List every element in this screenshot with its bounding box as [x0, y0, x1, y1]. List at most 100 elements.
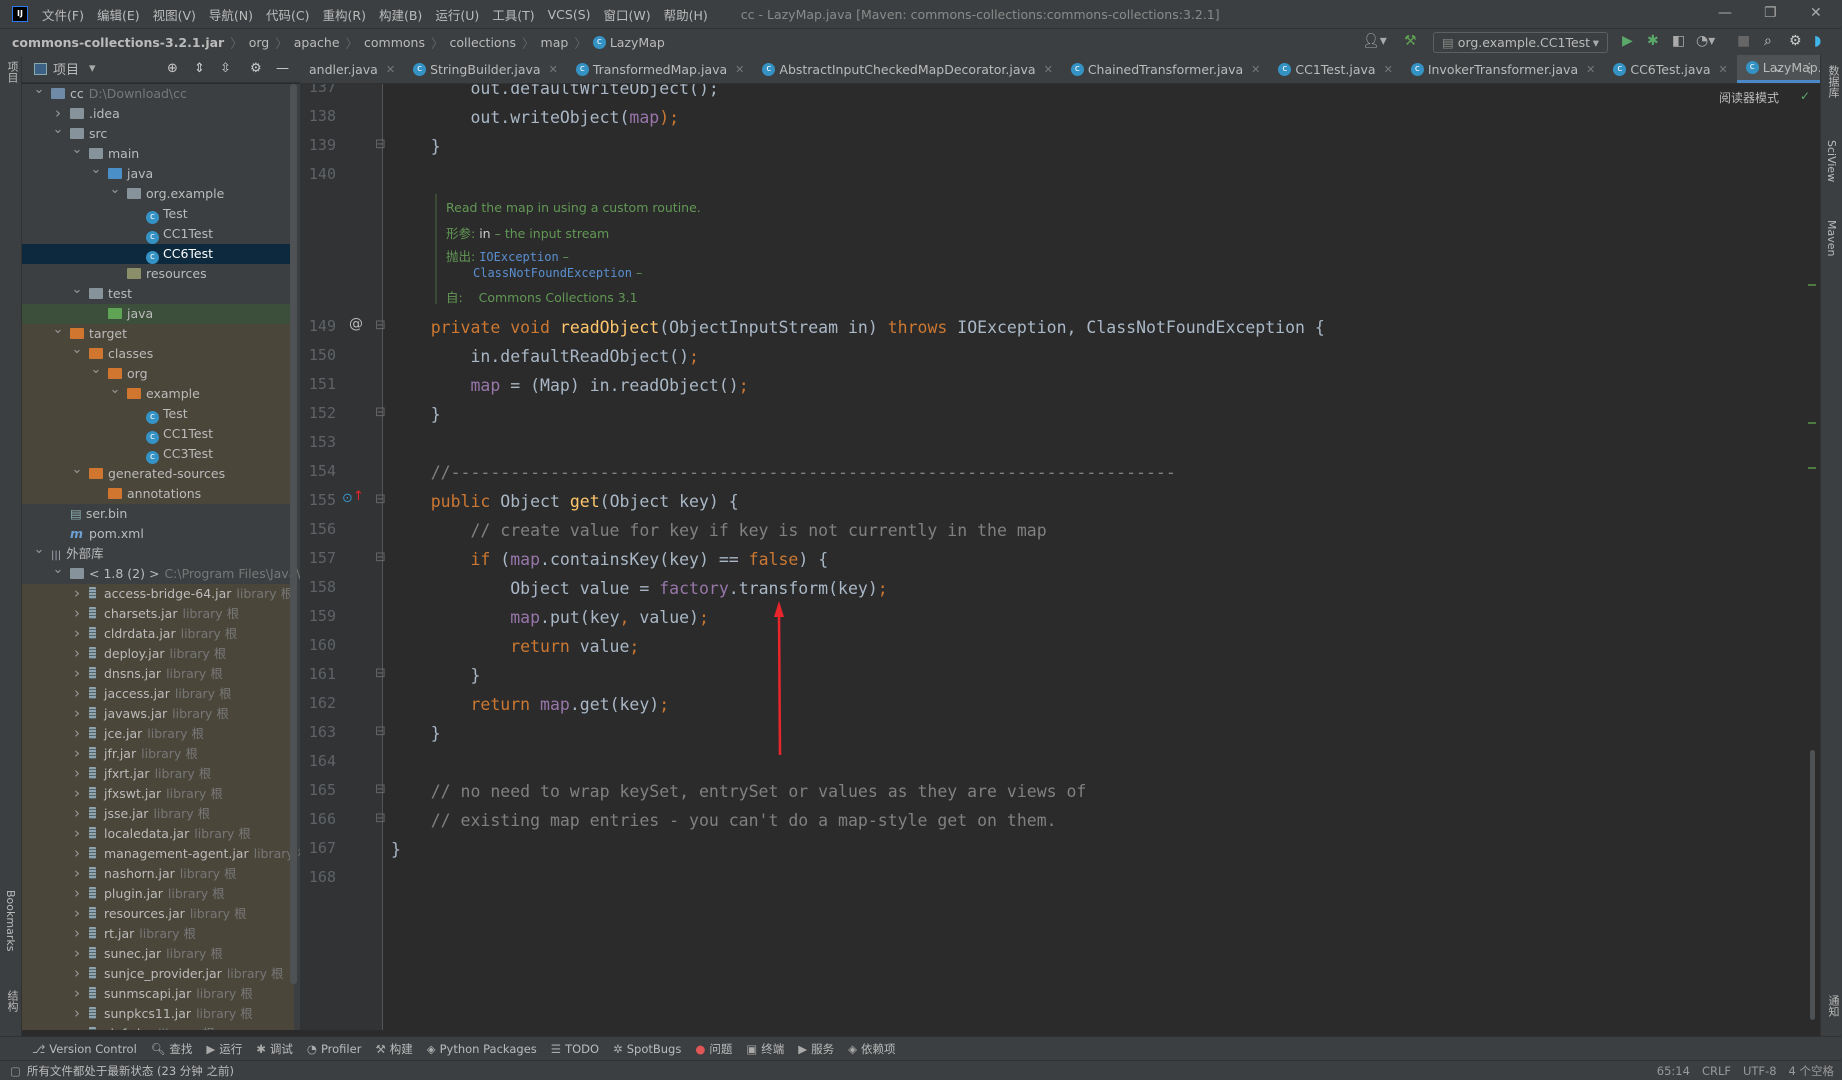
tree-item-excluded[interactable]: ⌄ org — [22, 362, 294, 384]
chevron-down-icon[interactable]: ⌄ — [109, 380, 121, 400]
code-line[interactable]: private void readObject(ObjectInputStrea… — [391, 313, 1325, 342]
tree-item-jar[interactable]: › zipfs.jar library 根 — [22, 1024, 294, 1030]
inspection-ok-icon[interactable]: ✓ — [1800, 89, 1810, 103]
tree-item-file[interactable]: ▤ ser.bin — [22, 504, 294, 524]
tree-item-jar[interactable]: › jsse.jar library 根 — [22, 804, 294, 824]
fold-marker-icon[interactable]: ⊟ — [375, 550, 386, 565]
run-configuration-select[interactable]: ▤ org.example.CC1Test ▾ — [1433, 32, 1608, 53]
menu-tools[interactable]: 工具(T) — [492, 5, 534, 24]
restore-icon[interactable]: ❐ — [1764, 5, 1777, 21]
tree-item-jar[interactable]: › jaccess.jar library 根 — [22, 684, 294, 704]
tree-item-package[interactable]: ⌄ org.example — [22, 182, 294, 204]
tab-transformedmap-java[interactable]: c TransformedMap.java ✕ — [567, 55, 754, 83]
menu-window[interactable]: 窗口(W) — [604, 5, 651, 24]
fold-marker-icon[interactable]: ⊟ — [375, 318, 386, 333]
breadcrumb-lazymap[interactable]: LazyMap — [610, 35, 665, 50]
doc-classnotfound-link[interactable]: ClassNotFoundException — [473, 266, 632, 280]
code-line[interactable]: //--------------------------------------… — [391, 458, 1176, 487]
project-panel-title[interactable]: 项目 — [53, 59, 79, 78]
tree-item-jar[interactable]: › sunec.jar library 根 — [22, 944, 294, 964]
close-tab-icon[interactable]: ✕ — [1586, 63, 1595, 76]
file-encoding[interactable]: UTF-8 — [1743, 1064, 1777, 1078]
tab-invokertransformer-java[interactable]: c InvokerTransformer.java ✕ — [1402, 55, 1605, 83]
overrides-arrow-icon[interactable]: ↑ — [353, 489, 364, 504]
tree-item-jar[interactable]: › resources.jar library 根 — [22, 904, 294, 924]
tab-chainedtransformer-java[interactable]: c ChainedTransformer.java ✕ — [1062, 55, 1270, 83]
structure-tool-button[interactable]: 结构 — [4, 990, 20, 1012]
notifications-tool-button[interactable]: 通知 — [1825, 995, 1841, 1017]
chevron-right-icon[interactable]: › — [71, 623, 83, 643]
chevron-down-icon[interactable]: ⌄ — [71, 140, 83, 160]
line-separator[interactable]: CRLF — [1702, 1064, 1731, 1078]
tree-item-jar[interactable]: › deploy.jar library 根 — [22, 644, 294, 664]
tree-item-jar[interactable]: › dnsns.jar library 根 — [22, 664, 294, 684]
tree-item-jdk[interactable]: ⌄ < 1.8 (2) > C:\Program Files\Java\jdk — [22, 562, 300, 584]
chevron-right-icon[interactable]: › — [71, 703, 83, 723]
tab-stringbuilder-java[interactable]: c StringBuilder.java ✕ — [404, 55, 567, 83]
tab-cc1test-java[interactable]: c CC1Test.java ✕ — [1269, 55, 1401, 83]
tree-item-jar[interactable]: ›management-agent.jarlibrary 根 — [22, 844, 300, 864]
implements-icon[interactable]: ⊙ — [342, 491, 353, 506]
tree-item-jar[interactable]: › rt.jar library 根 — [22, 924, 294, 944]
expand-all-icon[interactable]: ⇕ — [194, 61, 205, 76]
menu-vcs[interactable]: VCS(S) — [548, 7, 591, 22]
database-tool-button[interactable]: 数据库 — [1825, 65, 1841, 98]
tool-window--[interactable]: ▶ 服务 — [798, 1041, 834, 1057]
tree-item-excluded[interactable]: ⌄ classes — [22, 342, 294, 364]
code-line[interactable]: map = (Map) in.readObject(); — [391, 371, 748, 400]
code-line[interactable]: } — [391, 835, 401, 864]
code-line[interactable]: out.writeObject(map); — [391, 103, 679, 132]
chevron-right-icon[interactable]: › — [71, 1023, 83, 1030]
menu-code[interactable]: 代码(C) — [266, 5, 309, 24]
tree-item-class[interactable]: c CC6Test — [22, 244, 294, 264]
chevron-down-icon[interactable]: ⌄ — [90, 360, 102, 380]
chevron-right-icon[interactable]: › — [71, 983, 83, 1003]
fold-marker-icon[interactable]: ⊟ — [375, 492, 386, 507]
tool-window-todo[interactable]: ☰ TODO — [551, 1042, 599, 1056]
chevron-right-icon[interactable]: › — [71, 583, 83, 603]
close-tab-icon[interactable]: ✕ — [1719, 63, 1728, 76]
maven-tool-button[interactable]: Maven — [1825, 220, 1838, 256]
chevron-down-icon[interactable]: ⌄ — [109, 180, 121, 200]
status-square-icon[interactable]: ▢ — [10, 1064, 21, 1078]
chevron-down-icon[interactable]: ⌄ — [33, 84, 45, 100]
chevron-down-icon[interactable]: ⌄ — [52, 320, 64, 340]
gear-icon[interactable]: ⚙ — [250, 61, 262, 76]
chevron-right-icon[interactable]: › — [71, 903, 83, 923]
jetbrains-toolbox-icon[interactable]: ◗ — [1814, 33, 1821, 49]
tool-window--[interactable]: 🔍︎ 查找 — [151, 1041, 193, 1057]
settings-gear-icon[interactable]: ⚙ — [1789, 33, 1802, 49]
menu-run[interactable]: 运行(U) — [435, 5, 479, 24]
tree-item-jar[interactable]: › cldrdata.jar library 根 — [22, 624, 294, 644]
tree-item-src[interactable]: ⌄ java — [22, 162, 294, 184]
chevron-down-icon[interactable]: ⌄ — [71, 340, 83, 360]
code-line[interactable]: } — [391, 661, 480, 690]
search-icon[interactable]: ⌕ — [1764, 33, 1772, 49]
tool-window-profiler[interactable]: ◔ Profiler — [307, 1042, 362, 1056]
chevron-right-icon[interactable]: › — [71, 683, 83, 703]
close-tab-icon[interactable]: ✕ — [1384, 63, 1393, 76]
tree-item-jar[interactable]: › jce.jar library 根 — [22, 724, 294, 744]
chevron-right-icon[interactable]: › — [71, 643, 83, 663]
tree-item-maven[interactable]: m pom.xml — [22, 524, 294, 544]
code-line[interactable]: } — [391, 719, 441, 748]
bookmarks-tool-button[interactable]: Bookmarks — [4, 890, 17, 951]
code-line[interactable]: // no need to wrap keySet, entrySet or v… — [391, 777, 1087, 806]
tree-item-excluded[interactable]: ⌄ target — [22, 322, 294, 344]
menu-navigate[interactable]: 导航(N) — [209, 5, 253, 24]
tree-item-jar[interactable]: › charsets.jar library 根 — [22, 604, 294, 624]
tree-item-folder[interactable]: ⌄ src — [22, 122, 294, 144]
chevron-right-icon[interactable]: › — [71, 783, 83, 803]
chevron-right-icon[interactable]: › — [71, 763, 83, 783]
chevron-down-icon[interactable]: ⌄ — [52, 120, 64, 140]
tool-window-python-packages[interactable]: ◈ Python Packages — [427, 1042, 537, 1056]
stop-icon[interactable]: ■ — [1737, 33, 1750, 49]
status-message[interactable]: 所有文件都处于最新状态 (23 分钟 之前) — [27, 1063, 234, 1079]
tree-item-jar[interactable]: › localedata.jar library 根 — [22, 824, 294, 844]
chevron-right-icon[interactable]: › — [71, 663, 83, 683]
fold-marker-icon[interactable]: ⊟ — [375, 811, 386, 826]
code-line[interactable]: // existing map entries - you can't do a… — [391, 806, 1057, 835]
build-hammer-icon[interactable]: ⚒ — [1404, 33, 1417, 49]
chevron-right-icon[interactable]: › — [71, 723, 83, 743]
code-line[interactable]: public Object get(Object key) { — [391, 487, 739, 516]
